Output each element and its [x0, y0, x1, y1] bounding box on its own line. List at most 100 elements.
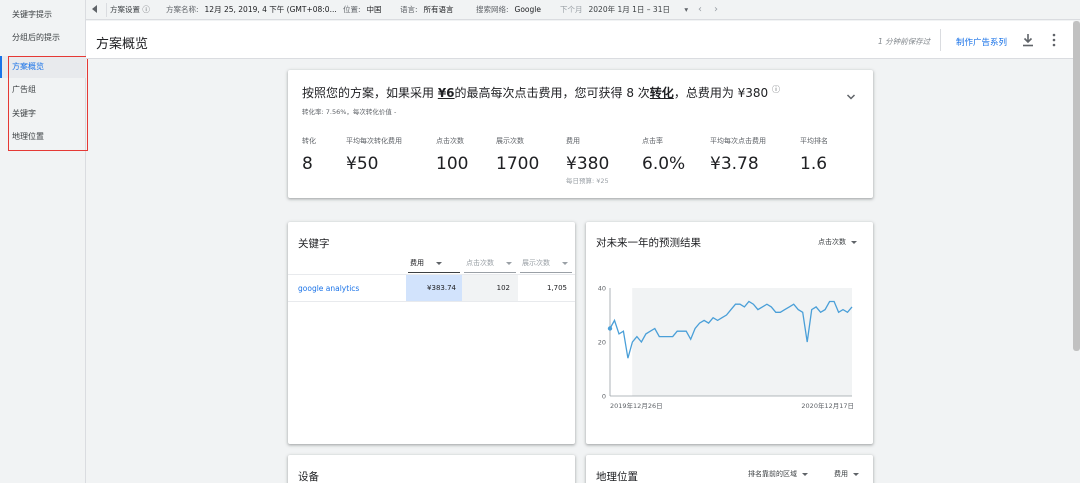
dropdown-arrow-icon [853, 472, 859, 476]
network-setting[interactable]: 搜索网络: Google [476, 0, 541, 20]
keyword-clicks: 102 [462, 275, 518, 301]
metric-avg-position: 平均排名 1.6 [800, 136, 828, 174]
info-icon: ⓘ [142, 5, 150, 14]
metric-value: 100 [436, 154, 469, 174]
language-value: 所有语言 [423, 5, 454, 14]
headline-text: 的最高每次点击费用，您可获得 8 次 [454, 86, 650, 100]
sidebar-item-grouped-ideas[interactable]: 分组后的提示 [0, 27, 86, 49]
divider [106, 3, 107, 17]
metric-cost-per-conversion: 平均每次转化费用 ¥50 [346, 136, 402, 174]
forecast-region [632, 288, 852, 396]
keyword-cost: ¥383.74 [406, 275, 462, 301]
metric-label: 展示次数 [496, 137, 524, 145]
metric-label: 费用 [566, 137, 580, 145]
column-header-cost[interactable]: 费用 [410, 258, 442, 268]
metric-value: 1.6 [800, 154, 828, 174]
sidebar-item-ad-groups[interactable]: 广告组 [0, 79, 86, 101]
column-label: 展示次数 [522, 259, 550, 267]
y-tick-label: 20 [598, 339, 606, 347]
metric-clicks: 点击次数 100 [436, 136, 468, 174]
geo-metric-dropdown[interactable]: 费用 [834, 469, 859, 479]
column-underline [520, 272, 572, 273]
x-tick-label: 2020年12月17日 [801, 401, 854, 410]
column-header-clicks[interactable]: 点击次数 [466, 258, 512, 268]
collapse-icon[interactable] [92, 5, 97, 13]
headline-text: ，总费用为 ¥380 [673, 86, 772, 100]
summary-headline: 按照您的方案，如果采用 ¥6的最高每次点击费用，您可获得 8 次转化，总费用为 … [302, 84, 780, 101]
metric-value: ¥50 [346, 154, 379, 174]
metric-value: 1700 [496, 154, 540, 174]
plan-settings-label[interactable]: 方案设置 ⓘ [110, 0, 150, 20]
dropdown-arrow-icon [802, 472, 808, 476]
metric-label: 平均排名 [800, 137, 828, 145]
plan-name-label: 方案名称: [166, 5, 199, 14]
sidebar-item-plan-overview[interactable]: 方案概览 [0, 56, 86, 78]
forecast-chart: 0 20 40 2019年12月26日 2020年12月17日 [598, 285, 854, 411]
metric-value: ¥3.78 [710, 154, 759, 174]
period-label: 下个月 [560, 5, 583, 14]
metric-value: 6.0% [642, 154, 686, 174]
metric-label: 平均每次转化费用 [346, 137, 402, 145]
network-label: 搜索网络: [476, 5, 509, 14]
region-dropdown[interactable]: 排名靠前的区域 [748, 469, 808, 479]
sidebar-item-locations[interactable]: 地理位置 [0, 126, 86, 148]
download-icon[interactable] [1022, 33, 1034, 47]
more-options-icon[interactable] [1051, 33, 1057, 47]
scrollbar-thumb[interactable] [1073, 21, 1080, 351]
column-label: 费用 [410, 259, 424, 267]
language-setting[interactable]: 语言: 所有语言 [400, 0, 454, 20]
sidebar: 关键字提示 分组后的提示 方案概览 广告组 关键字 地理位置 [0, 0, 86, 483]
keyword-impressions: 1,705 [546, 284, 567, 292]
headline-bid[interactable]: ¥6 [438, 86, 455, 100]
headline-text: 按照您的方案，如果采用 [302, 86, 438, 100]
x-tick-label: 2019年12月26日 [610, 401, 663, 410]
plan-name-value: 12月 25, 2019, 4 下午 (GMT+08:0... [204, 5, 337, 14]
keywords-card: 关键字 费用 点击次数 展示次数 google analytics ¥383.7… [288, 222, 575, 444]
locations-card: 地理位置 排名靠前的区域 费用 [586, 455, 873, 483]
headline-conversions[interactable]: 转化 [650, 86, 674, 100]
page-title: 方案概览 [96, 37, 149, 52]
plan-name[interactable]: 方案名称: 12月 25, 2019, 4 下午 (GMT+08:0... [166, 0, 337, 20]
location-setting[interactable]: 位置: 中国 [343, 0, 382, 20]
sidebar-item-keyword-ideas[interactable]: 关键字提示 [0, 4, 86, 26]
y-tick-label: 0 [602, 393, 606, 401]
metric-label: 平均每次点击费用 [710, 137, 766, 145]
dropdown-label: 排名靠前的区域 [748, 470, 797, 478]
create-campaign-button[interactable]: 制作广告系列 [956, 36, 1007, 48]
column-underline [464, 272, 516, 273]
forecast-period[interactable]: 下个月 2020年 1月 1日 – 31日 ▾ [560, 0, 688, 20]
sort-arrow-icon [506, 261, 512, 265]
locations-title: 地理位置 [596, 471, 638, 483]
next-period-icon[interactable]: › [714, 0, 718, 20]
save-status: 1 分钟前保存过 [878, 37, 931, 46]
metric-label: 点击率 [642, 137, 663, 145]
location-label: 位置: [343, 5, 361, 14]
metric-avg-cpc: 平均每次点击费用 ¥3.78 [710, 136, 766, 174]
keywords-title: 关键字 [298, 238, 330, 250]
language-label: 语言: [400, 5, 418, 14]
plan-settings-bar: 方案设置 ⓘ 方案名称: 12月 25, 2019, 4 下午 (GMT+08:0… [86, 0, 1080, 20]
plan-summary-card: 按照您的方案，如果采用 ¥6的最高每次点击费用，您可获得 8 次转化，总费用为 … [288, 70, 873, 198]
prev-period-icon[interactable]: ‹ [698, 0, 702, 20]
column-header-impressions[interactable]: 展示次数 [522, 258, 568, 268]
forecast-card: 对未来一年的预测结果 点击次数 0 20 40 2019年12月26日 2020年12月… [586, 222, 873, 444]
metric-label: 点击次数 [436, 137, 464, 145]
devices-card: 设备 [288, 455, 575, 483]
scrollbar[interactable] [1073, 21, 1080, 483]
divider [940, 29, 941, 51]
data-point [607, 326, 613, 331]
sidebar-item-keywords[interactable]: 关键字 [0, 103, 86, 125]
plan-settings-text: 方案设置 [110, 5, 140, 14]
metric-ctr: 点击率 6.0% [642, 136, 685, 174]
chevron-down-icon[interactable] [846, 92, 856, 102]
keyword-link[interactable]: google analytics [298, 284, 359, 293]
metric-impressions: 展示次数 1700 [496, 136, 539, 174]
info-icon[interactable]: ⓘ [772, 85, 780, 94]
period-value: 2020年 1月 1日 – 31日 [588, 5, 670, 14]
sort-arrow-icon [562, 261, 568, 265]
table-row: google analytics ¥383.74 102 1,705 [288, 274, 575, 302]
page-header: 方案概览 1 分钟前保存过 制作广告系列 [86, 21, 1080, 59]
metric-value: 8 [302, 154, 313, 174]
network-value: Google [514, 5, 541, 14]
dropdown-label: 费用 [834, 470, 848, 478]
